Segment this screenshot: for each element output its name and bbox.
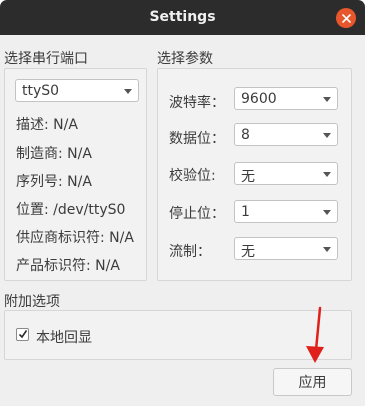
annotation-arrow-icon: [306, 306, 324, 363]
title-bar: Settings: [0, 0, 365, 35]
close-button[interactable]: [336, 8, 356, 28]
window-title: Settings: [149, 9, 216, 25]
dialog-body: 选择串行端口 ttyS0 描述: N/A 制造商: N/A 序列号: N/A 位…: [0, 35, 365, 406]
close-icon: [341, 13, 351, 23]
